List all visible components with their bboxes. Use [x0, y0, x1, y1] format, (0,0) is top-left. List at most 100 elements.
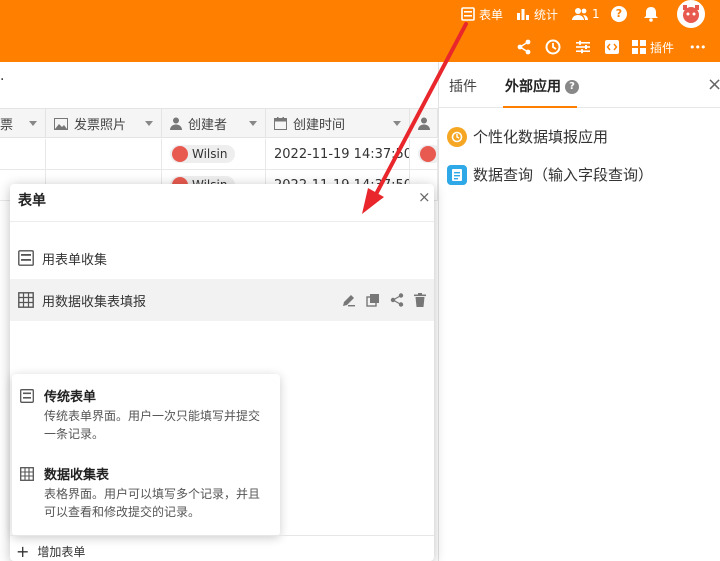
plugin-button-label: 插件: [650, 40, 675, 55]
notifications-button[interactable]: [643, 4, 659, 24]
column-header-partial[interactable]: [410, 109, 438, 138]
creator-cell[interactable]: Wilsin: [162, 139, 266, 169]
image-icon: [54, 117, 68, 130]
tab-plugins[interactable]: 插件: [449, 76, 477, 96]
external-app-label: 个性化数据填报应用: [473, 128, 609, 146]
caret-down-icon[interactable]: [145, 121, 153, 126]
form-icon: [18, 250, 34, 266]
share-icon: [517, 39, 531, 55]
table-grid-icon: [20, 467, 34, 481]
users-icon: [572, 8, 588, 20]
view-toolbar: 插件 •••: [0, 30, 720, 62]
invoice-cell[interactable]: [0, 139, 46, 169]
form-type-option-traditional[interactable]: 传统表单 传统表单界面。用户一次只能填写并提交一条记录。: [20, 386, 264, 443]
partial-cell[interactable]: [410, 139, 438, 169]
copy-icon[interactable]: [366, 293, 380, 307]
caret-down-icon[interactable]: [29, 121, 37, 126]
trash-icon[interactable]: [414, 293, 426, 307]
creator-avatar-icon: [172, 146, 188, 162]
column-header-created-time[interactable]: 创建时间: [266, 109, 410, 138]
table-row[interactable]: Wilsin 2022-11-19 14:37:50: [0, 139, 438, 170]
caret-down-icon[interactable]: [249, 121, 257, 126]
app-clock-icon: [447, 126, 467, 147]
forms-dialog: 表单 × 用表单收集 用数据收集表填报 传统表单 传统表单界面。用户一次只能填写…: [10, 184, 434, 561]
option-title: 数据收集表: [44, 468, 110, 483]
creator-avatar-icon: [420, 146, 436, 162]
form-list-label: 用表单收集: [42, 252, 108, 268]
app-document-icon: [447, 164, 467, 185]
sliders-icon: [576, 40, 590, 54]
close-icon[interactable]: ×: [418, 188, 431, 206]
person-icon: [170, 117, 182, 130]
invoice-photo-cell[interactable]: [46, 139, 162, 169]
code-icon: [605, 40, 619, 54]
tab-external-apps-label: 外部应用: [505, 79, 561, 95]
stats-button-label: 统计: [534, 7, 559, 22]
calendar-icon: [274, 117, 287, 130]
person-icon: [418, 117, 430, 130]
option-title: 传统表单: [44, 390, 97, 405]
form-icon: [20, 389, 34, 403]
help-icon: ?: [611, 6, 627, 22]
history-button[interactable]: [545, 37, 561, 57]
form-list-item[interactable]: 用数据收集表填报: [10, 279, 434, 321]
history-icon: [545, 39, 561, 55]
form-button[interactable]: 表单: [461, 4, 503, 24]
close-icon[interactable]: ×: [707, 74, 720, 95]
new-form-type-popup: 传统表单 传统表单界面。用户一次只能填写并提交一条记录。 数据收集表 表格界面。…: [12, 374, 280, 536]
row-actions: [342, 293, 426, 307]
edit-icon[interactable]: [342, 293, 356, 307]
form-icon: [461, 7, 475, 21]
plugin-grid-icon: [632, 40, 646, 54]
collaborator-count: 1: [592, 7, 600, 21]
external-app-item[interactable]: 个性化数据填报应用: [447, 126, 608, 147]
plugin-side-panel: 插件 外部应用? × 个性化数据填报应用 数据查询（输入字段查询）: [438, 62, 720, 561]
user-avatar[interactable]: [677, 0, 705, 28]
caret-down-icon[interactable]: [393, 121, 401, 126]
filter-settings-button[interactable]: [575, 37, 591, 57]
add-form-label: 增加表单: [37, 545, 86, 559]
column-label: 发票照片: [74, 118, 127, 133]
script-button[interactable]: [604, 37, 620, 57]
share-icon[interactable]: [390, 293, 404, 307]
column-header-creator[interactable]: 创建者: [162, 109, 266, 138]
form-list-label: 用数据收集表填报: [42, 294, 147, 310]
column-header-invoice-photo[interactable]: 发票照片: [46, 109, 162, 138]
table-title-fragment: ·: [0, 72, 5, 88]
bell-icon: [644, 7, 658, 22]
help-icon[interactable]: ?: [565, 80, 579, 94]
panel-tabs: 插件 外部应用? ×: [439, 62, 720, 108]
grid-header-row: 票 发票照片 创建者 创建时间: [0, 108, 438, 138]
divider: [10, 535, 434, 536]
add-form-button[interactable]: + 增加表单: [16, 542, 85, 561]
created-time-cell[interactable]: 2022-11-19 14:37:50: [266, 139, 410, 169]
divider: [10, 221, 434, 222]
collaborators-button[interactable]: 1: [572, 4, 600, 24]
column-label: 创建时间: [293, 118, 346, 133]
column-header-invoice[interactable]: 票: [0, 109, 46, 138]
partial-chip: [418, 145, 437, 163]
plus-icon: +: [16, 542, 30, 561]
stats-button[interactable]: 统计: [516, 4, 558, 24]
option-description: 表格界面。用户可以填写多个记录，并且可以查看和修改提交的记录。: [44, 487, 261, 519]
bar-chart-icon: [517, 9, 529, 20]
avatar-image-icon: [683, 5, 699, 23]
column-label: 票: [0, 118, 14, 133]
form-type-option-collection-table[interactable]: 数据收集表 表格界面。用户可以填写多个记录，并且可以查看和修改提交的记录。: [20, 464, 264, 521]
active-tab-indicator: [503, 106, 577, 108]
dialog-title: 表单: [18, 193, 46, 209]
share-button[interactable]: [516, 37, 532, 57]
creator-name: Wilsin: [192, 147, 228, 161]
creator-chip: Wilsin: [170, 145, 236, 163]
external-app-item[interactable]: 数据查询（输入字段查询）: [447, 164, 653, 185]
table-grid-icon: [18, 292, 34, 308]
top-bar: 表单 统计 1 ?: [0, 0, 720, 30]
column-label: 创建者: [188, 118, 228, 133]
option-description: 传统表单界面。用户一次只能填写并提交一条记录。: [44, 409, 261, 441]
tab-external-apps[interactable]: 外部应用?: [505, 76, 579, 96]
more-button[interactable]: •••: [689, 37, 706, 57]
plugin-button[interactable]: 插件: [632, 37, 674, 57]
help-button[interactable]: ?: [611, 4, 627, 24]
form-list-item[interactable]: 用表单收集: [10, 237, 434, 279]
external-app-label: 数据查询（输入字段查询）: [473, 166, 654, 184]
